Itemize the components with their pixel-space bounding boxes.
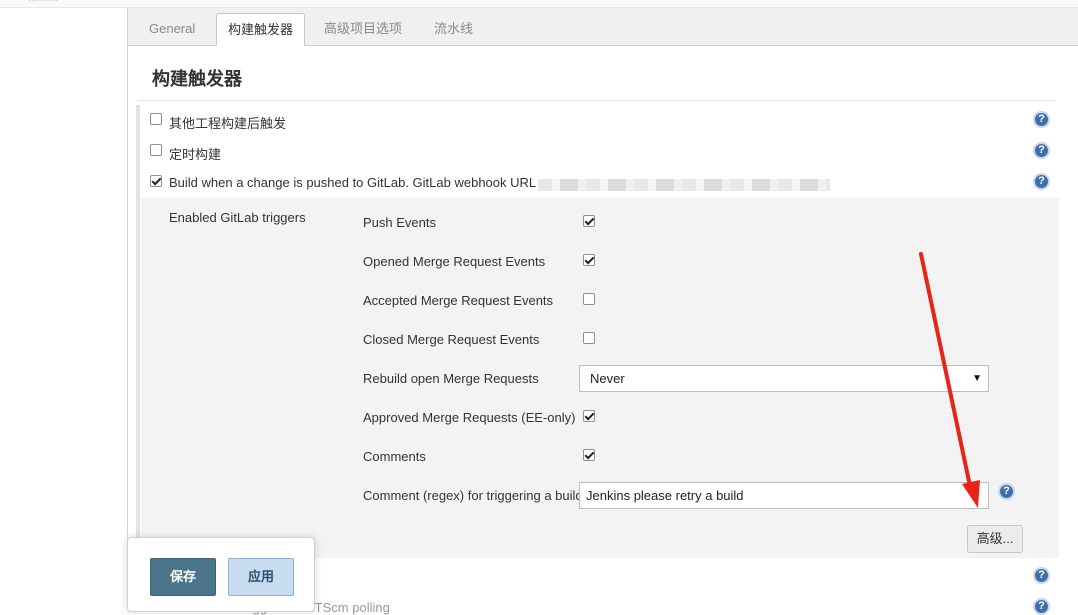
help-icon[interactable]: ? (1033, 111, 1050, 128)
tab-pipeline[interactable]: 流水线 (423, 13, 484, 46)
rebuild-select-value: Never (590, 371, 625, 386)
section-indent-bar (136, 105, 140, 607)
advanced-button[interactable]: 高级... (967, 525, 1023, 553)
trigger-label-closed-mr: Closed Merge Request Events (363, 332, 540, 347)
save-button[interactable]: 保存 (150, 558, 216, 596)
rebuild-open-mr-select[interactable]: Never ▼ (579, 365, 989, 392)
tab-build-triggers[interactable]: 构建触发器 (216, 13, 306, 46)
dropdown-arrow-icon: ▼ (972, 373, 982, 384)
trigger-label-push-events: Push Events (363, 215, 436, 230)
apply-button[interactable]: 应用 (228, 558, 294, 596)
option-checkbox-gitlab-push[interactable] (150, 175, 162, 187)
trigger-label-comments: Comments (363, 449, 426, 464)
config-panel: General 构建触发器 高级项目选项 流水线 构建触发器 其他工程构建后触发… (127, 8, 1078, 615)
trigger-label-rebuild-open-mr: Rebuild open Merge Requests (363, 371, 539, 386)
section-divider (138, 100, 1055, 101)
help-icon[interactable]: ? (1033, 173, 1050, 190)
option-label-build-periodically: 定时构建 (169, 147, 222, 162)
trigger-label-comment-regex: Comment (regex) for triggering a build (363, 488, 583, 503)
option-checkbox-build-periodically[interactable] (150, 144, 162, 156)
help-icon[interactable]: ? (998, 483, 1015, 500)
trigger-checkbox-accepted-mr[interactable] (583, 293, 595, 305)
help-icon[interactable]: ? (1033, 567, 1050, 584)
left-panel (0, 8, 127, 607)
comment-regex-input[interactable]: Jenkins please retry a build (579, 482, 989, 509)
top-strip: .......... (0, 0, 1078, 8)
trigger-label-approved-mr: Approved Merge Requests (EE-only) (363, 410, 576, 425)
tab-advanced-project-options[interactable]: 高级项目选项 (313, 13, 413, 46)
trigger-checkbox-closed-mr[interactable] (583, 332, 595, 344)
blurred-webhook-url (538, 179, 830, 191)
trigger-checkbox-push-events[interactable] (583, 215, 595, 227)
breadcrumb-faded: .......... (28, 0, 59, 4)
trigger-checkbox-approved-mr[interactable] (583, 410, 595, 422)
section-title: 构建触发器 (152, 69, 242, 89)
trigger-checkbox-comments[interactable] (583, 449, 595, 461)
tab-bar: General 构建触发器 高级项目选项 流水线 (128, 8, 1078, 46)
enabled-gitlab-triggers-label: Enabled GitLab triggers (169, 210, 306, 225)
option-label-gitlab-push: Build when a change is pushed to GitLab.… (169, 175, 537, 190)
save-apply-bar: 保存 应用 (127, 537, 315, 612)
option-label-after-other-projects: 其他工程构建后触发 (169, 116, 287, 131)
option-checkbox-after-other-projects[interactable] (150, 113, 162, 125)
trigger-label-opened-mr: Opened Merge Request Events (363, 254, 546, 269)
trigger-checkbox-opened-mr[interactable] (583, 254, 595, 266)
trigger-label-accepted-mr: Accepted Merge Request Events (363, 293, 554, 308)
help-icon[interactable]: ? (1033, 142, 1050, 159)
tab-general[interactable]: General (138, 13, 206, 46)
